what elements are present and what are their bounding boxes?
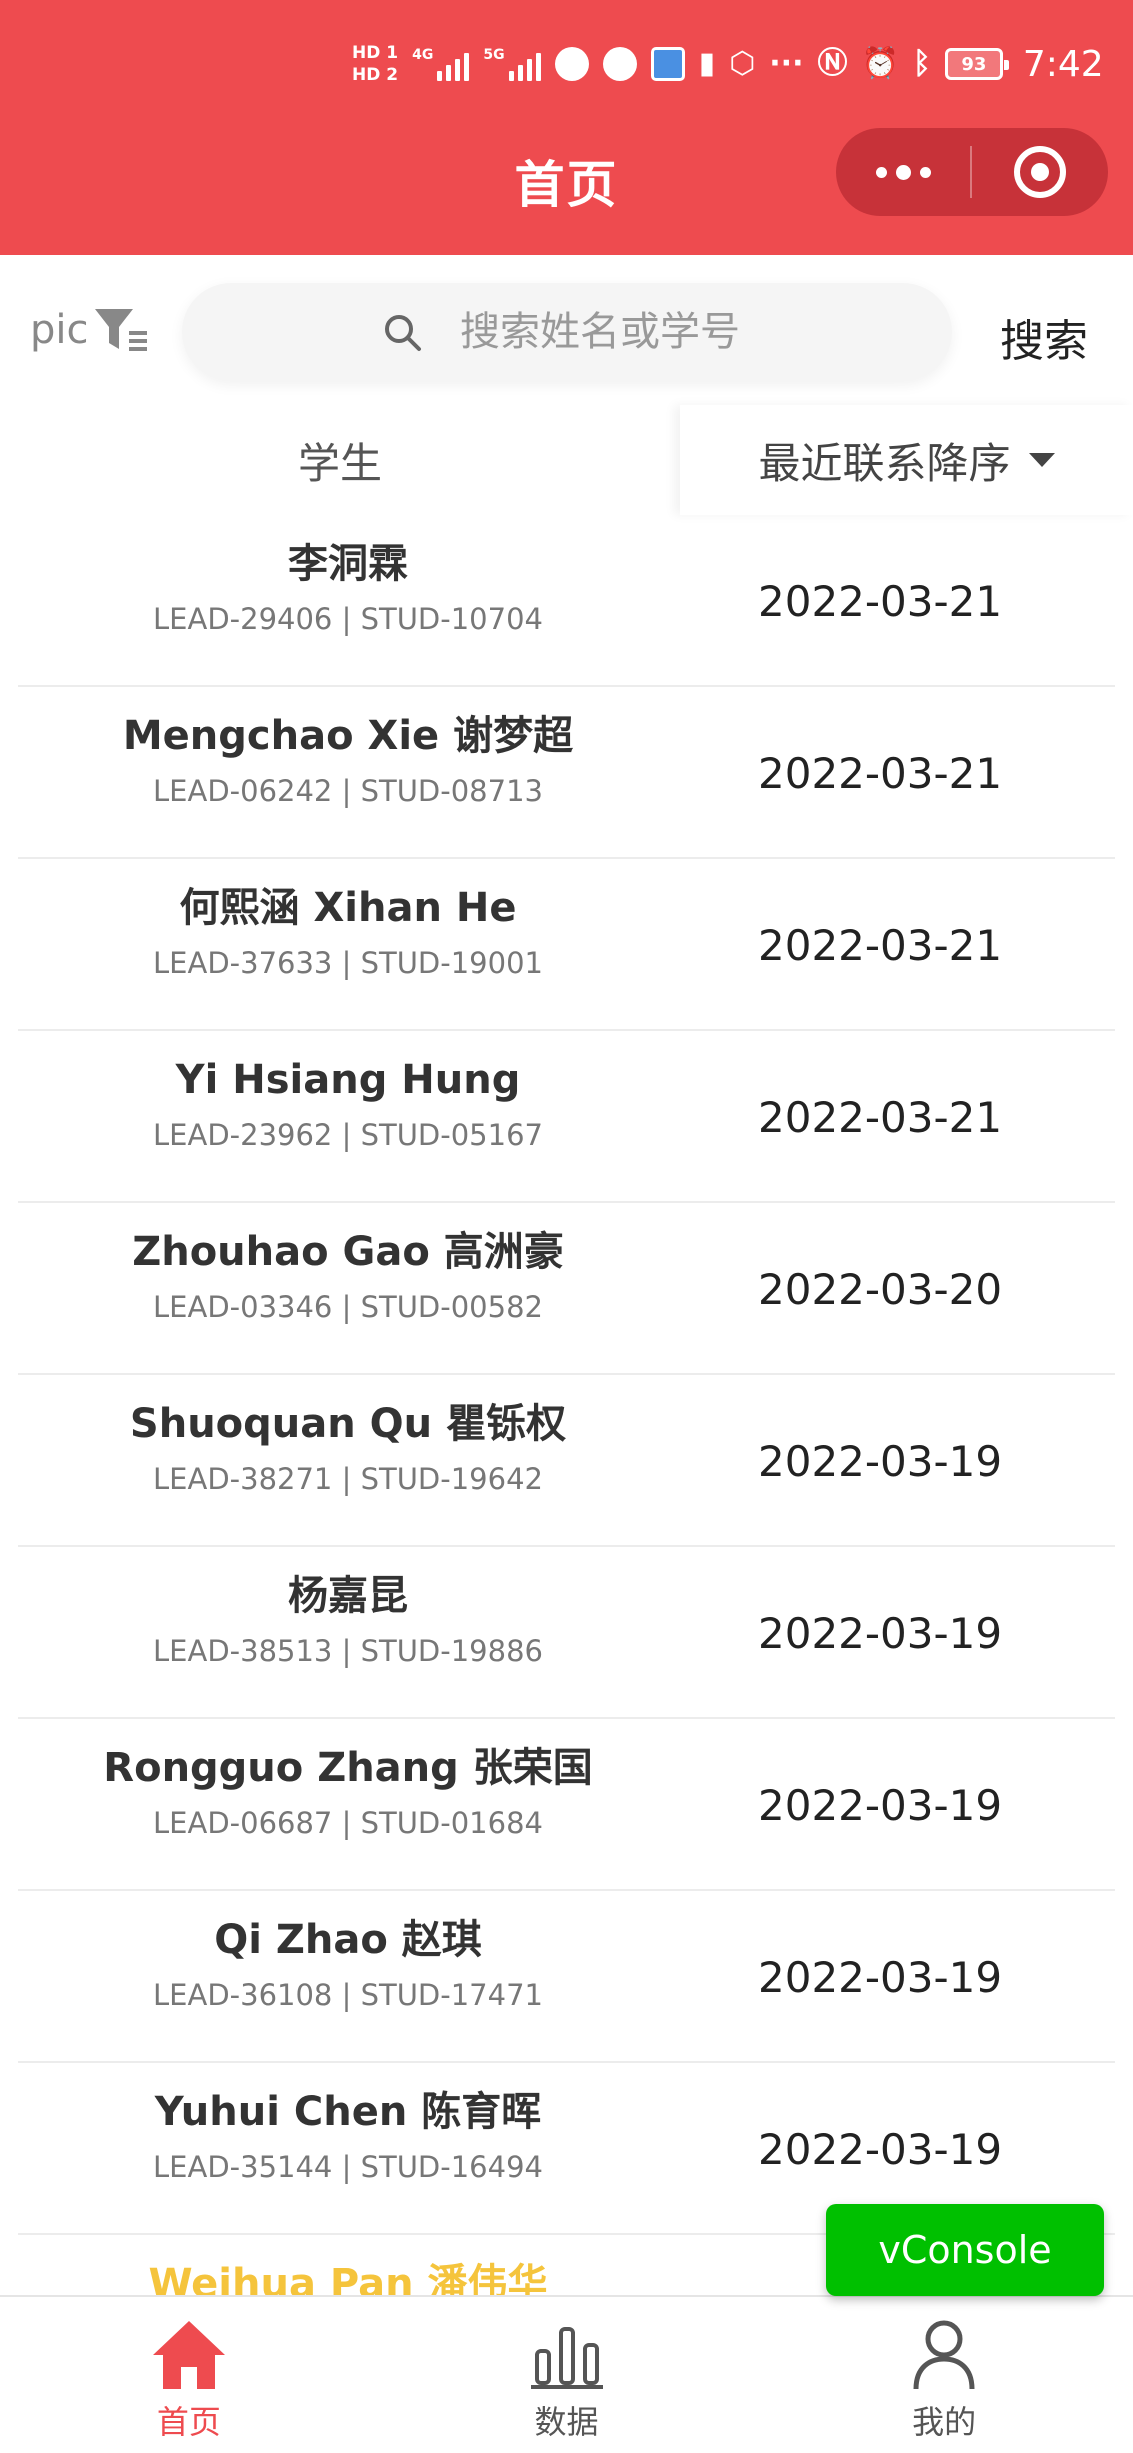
student-ids: LEAD-23962 | STUD-05167 bbox=[153, 1118, 543, 1152]
student-ids: LEAD-36108 | STUD-17471 bbox=[153, 1978, 543, 2012]
nfc-icon: Ⓝ bbox=[817, 46, 848, 81]
tab-mine[interactable]: 我的 bbox=[755, 2297, 1133, 2453]
home-icon bbox=[152, 2321, 225, 2389]
student-name: 杨嘉昆 bbox=[288, 1573, 408, 1619]
app-icon bbox=[650, 47, 685, 81]
book-icon: ▮ bbox=[698, 46, 716, 81]
student-list: 李洞霖 LEAD-29406 | STUD-10704 2022-03-21 M… bbox=[0, 515, 1133, 2407]
student-name: 李洞霖 bbox=[288, 541, 408, 587]
hd1-label: HD 1 bbox=[352, 43, 399, 63]
student-name: Rongguo Zhang 张荣国 bbox=[103, 1745, 593, 1791]
net2-label: 5G bbox=[483, 47, 505, 63]
student-name: Zhouhao Gao 高洲豪 bbox=[132, 1229, 564, 1275]
student-row[interactable]: Zhouhao Gao 高洲豪 LEAD-03346 | STUD-00582 … bbox=[18, 1203, 1115, 1375]
student-ids: LEAD-37633 | STUD-19001 bbox=[153, 946, 543, 980]
last-contact-date: 2022-03-20 bbox=[758, 1264, 1003, 1314]
miniprogram-capsule bbox=[836, 128, 1108, 216]
student-ids: LEAD-38271 | STUD-19642 bbox=[153, 1462, 543, 1496]
student-row[interactable]: 杨嘉昆 LEAD-38513 | STUD-19886 2022-03-19 bbox=[18, 1547, 1115, 1719]
tab-home-label: 首页 bbox=[156, 2403, 221, 2441]
student-ids: LEAD-29406 | STUD-10704 bbox=[153, 602, 543, 636]
filter-label: pic bbox=[30, 307, 89, 353]
hand-icon: ⬡ bbox=[729, 46, 756, 81]
student-row[interactable]: 李洞霖 LEAD-29406 | STUD-10704 2022-03-21 bbox=[18, 515, 1115, 687]
student-ids: LEAD-38513 | STUD-19886 bbox=[153, 1634, 543, 1668]
search-icon bbox=[385, 315, 421, 351]
column-headers: 学生 最近联系降序 bbox=[0, 405, 1133, 515]
person-icon bbox=[913, 2320, 975, 2390]
bar-chart-icon bbox=[530, 2327, 603, 2389]
sort-label: 最近联系降序 bbox=[758, 438, 1011, 488]
close-miniprogram-button[interactable] bbox=[972, 128, 1108, 216]
search-row: pic 搜索 bbox=[0, 275, 1133, 385]
student-row[interactable]: Qi Zhao 赵琪 LEAD-36108 | STUD-17471 2022-… bbox=[18, 1891, 1115, 2063]
more-options-button[interactable] bbox=[836, 128, 970, 216]
tab-mine-label: 我的 bbox=[912, 2403, 977, 2441]
last-contact-date: 2022-03-21 bbox=[758, 920, 1003, 970]
last-contact-date: 2022-03-21 bbox=[758, 576, 1003, 626]
student-ids: LEAD-06687 | STUD-01684 bbox=[153, 1806, 543, 1840]
last-contact-date: 2022-03-21 bbox=[758, 1092, 1003, 1142]
header: HD 1 HD 2 4G 5G ▮ ⬡ ··· Ⓝ ⏰ ᛒ 93 7:42 首页 bbox=[0, 0, 1133, 255]
hd-indicator: HD 1 HD 2 bbox=[352, 42, 398, 86]
last-contact-date: 2022-03-19 bbox=[758, 1608, 1003, 1658]
close-target-icon bbox=[1014, 146, 1066, 198]
signal-5g-icon: 5G bbox=[483, 47, 541, 81]
filter-icon bbox=[94, 309, 147, 351]
student-ids: LEAD-03346 | STUD-00582 bbox=[153, 1290, 543, 1324]
signal-4g-icon: 4G bbox=[412, 47, 470, 81]
vconsole-button[interactable]: vConsole bbox=[826, 2204, 1104, 2296]
caret-down-icon bbox=[1028, 453, 1055, 467]
student-name: Qi Zhao 赵琪 bbox=[214, 1917, 482, 1963]
app: HD 1 HD 2 4G 5G ▮ ⬡ ··· Ⓝ ⏰ ᛒ 93 7:42 首页… bbox=[0, 0, 1133, 2453]
filter-button[interactable]: pic bbox=[30, 305, 149, 355]
student-row[interactable]: Mengchao Xie 谢梦超 LEAD-06242 | STUD-08713… bbox=[18, 687, 1115, 859]
student-column-header: 学生 bbox=[297, 438, 382, 488]
student-ids: LEAD-06242 | STUD-08713 bbox=[153, 774, 543, 808]
student-name: Shuoquan Qu 瞿铄权 bbox=[129, 1401, 567, 1447]
tab-home[interactable]: 首页 bbox=[0, 2297, 378, 2453]
search-button[interactable]: 搜索 bbox=[1000, 305, 1088, 369]
net1-label: 4G bbox=[412, 47, 434, 63]
student-row[interactable]: Yi Hsiang Hung LEAD-23962 | STUD-05167 2… bbox=[18, 1031, 1115, 1203]
last-contact-date: 2022-03-19 bbox=[758, 1780, 1003, 1830]
student-name: Yi Hsiang Hung bbox=[175, 1057, 521, 1103]
battery-icon: 93 bbox=[944, 48, 1009, 80]
student-name: Yuhui Chen 陈育晖 bbox=[154, 2089, 542, 2135]
alarm-icon: ⏰ bbox=[861, 46, 899, 81]
clock: 7:42 bbox=[1022, 43, 1104, 85]
last-contact-date: 2022-03-19 bbox=[758, 1436, 1003, 1486]
ball-icon bbox=[602, 47, 637, 81]
last-contact-date: 2022-03-21 bbox=[758, 748, 1003, 798]
chat-icon bbox=[554, 47, 589, 81]
sort-dropdown[interactable]: 最近联系降序 bbox=[680, 405, 1133, 515]
student-row[interactable]: Rongguo Zhang 张荣国 LEAD-06687 | STUD-0168… bbox=[18, 1719, 1115, 1891]
student-name: Mengchao Xie 谢梦超 bbox=[122, 713, 574, 759]
more-icon: ··· bbox=[769, 46, 804, 81]
bluetooth-icon: ᛒ bbox=[912, 46, 931, 81]
status-bar: HD 1 HD 2 4G 5G ▮ ⬡ ··· Ⓝ ⏰ ᛒ 93 7:42 bbox=[0, 30, 1133, 100]
student-row[interactable]: Shuoquan Qu 瞿铄权 LEAD-38271 | STUD-19642 … bbox=[18, 1375, 1115, 1547]
last-contact-date: 2022-03-19 bbox=[758, 1952, 1003, 2002]
student-name: 何熙涵 Xihan He bbox=[179, 885, 517, 931]
student-row[interactable]: 何熙涵 Xihan He LEAD-37633 | STUD-19001 202… bbox=[18, 859, 1115, 1031]
status-icons: HD 1 HD 2 4G 5G ▮ ⬡ ··· Ⓝ ⏰ ᛒ 93 7:42 bbox=[352, 34, 1104, 94]
student-ids: LEAD-35144 | STUD-16494 bbox=[153, 2150, 543, 2184]
search-input[interactable] bbox=[460, 309, 940, 355]
hd2-label: HD 2 bbox=[352, 65, 399, 85]
search-box[interactable] bbox=[182, 283, 952, 381]
tab-data-label: 数据 bbox=[534, 2403, 599, 2441]
tab-data[interactable]: 数据 bbox=[378, 2297, 756, 2453]
tab-bar: 首页 数据 我的 bbox=[0, 2295, 1133, 2453]
